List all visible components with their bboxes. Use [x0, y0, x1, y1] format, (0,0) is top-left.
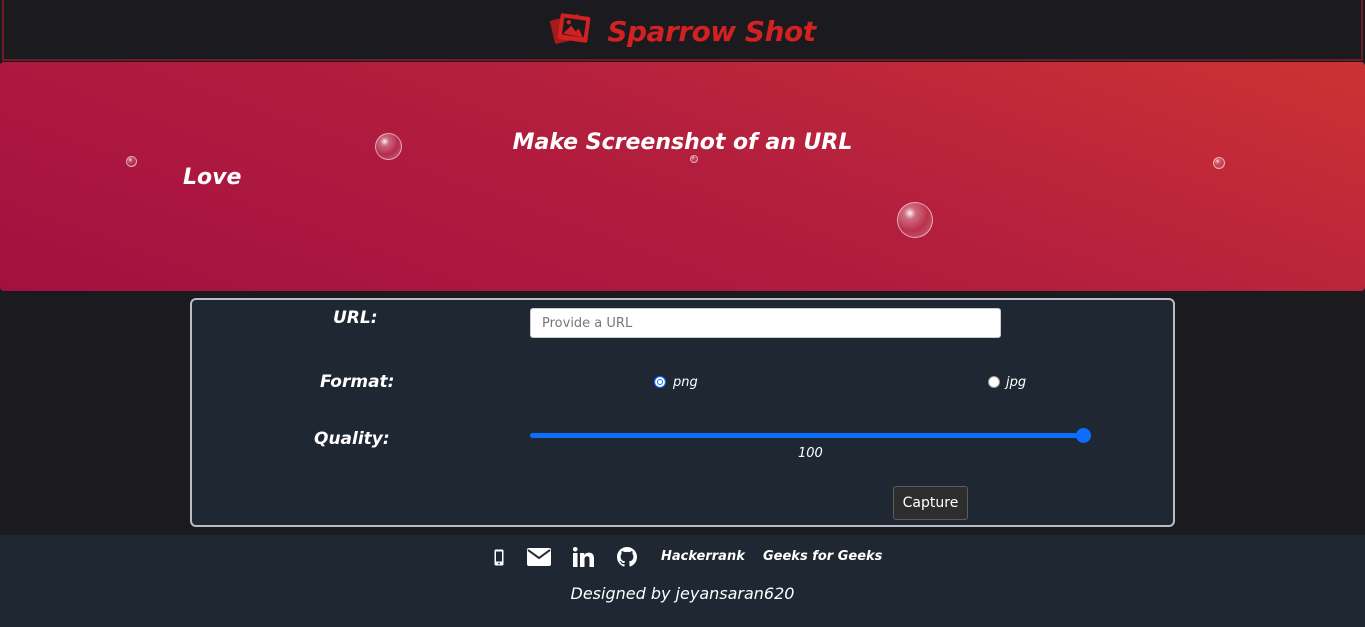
bubble-decoration — [126, 156, 137, 167]
url-label: URL: — [333, 308, 378, 328]
bubble-decoration — [1213, 157, 1225, 169]
envelope-icon[interactable] — [527, 545, 551, 569]
format-png-label[interactable]: png — [673, 375, 698, 390]
capture-button[interactable]: Capture — [893, 486, 968, 520]
format-jpg-radio[interactable] — [988, 376, 1000, 388]
hero-tagline: Love — [183, 165, 242, 190]
url-input[interactable] — [530, 308, 1001, 338]
mobile-icon[interactable] — [494, 545, 504, 569]
bubble-decoration — [897, 202, 933, 238]
quality-slider-thumb[interactable] — [1076, 428, 1091, 443]
bubble-decoration — [690, 155, 698, 163]
hackerrank-link[interactable]: Hackerrank — [661, 549, 745, 564]
format-jpg-label[interactable]: jpg — [1006, 375, 1026, 390]
quality-label: Quality: — [314, 429, 390, 449]
screenshot-form: URL: Format: png jpg Quality: 100 Captur… — [190, 298, 1175, 527]
brand-name: Sparrow Shot — [607, 14, 816, 48]
linkedin-icon[interactable] — [573, 545, 594, 569]
quality-value: 100 — [798, 446, 823, 461]
geeksforgeeks-link[interactable]: Geeks for Geeks — [763, 549, 882, 564]
brand[interactable]: Sparrow Shot — [4, 8, 1361, 54]
github-icon[interactable] — [617, 545, 637, 569]
footer-credit: Designed by jeyansaran620 — [570, 584, 795, 603]
footer-links: Hackerrank Geeks for Geeks — [0, 545, 1365, 569]
top-navbar: Sparrow Shot — [2, 0, 1363, 61]
hero-title: Make Screenshot of an URL — [512, 130, 853, 155]
hero-banner: Make Screenshot of an URL Love — [0, 62, 1365, 291]
footer: Hackerrank Geeks for Geeks Designed by j… — [0, 535, 1365, 627]
format-png-radio[interactable] — [654, 376, 666, 388]
images-icon — [549, 9, 593, 53]
quality-slider-track[interactable] — [530, 433, 1085, 438]
format-label: Format: — [320, 372, 395, 392]
